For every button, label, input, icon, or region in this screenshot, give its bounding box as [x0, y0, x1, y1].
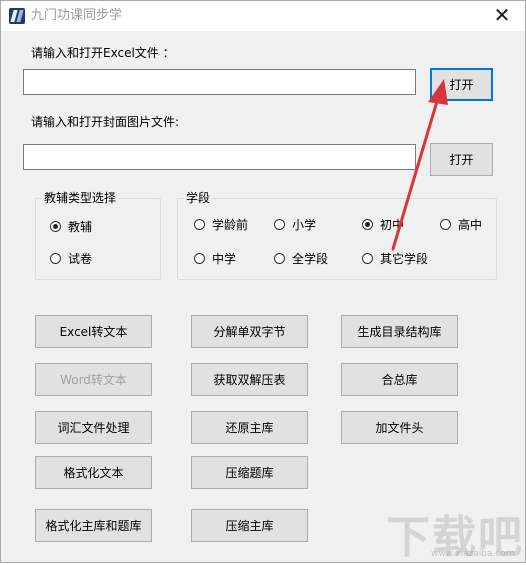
radio-checked-icon	[50, 220, 61, 232]
radio-stage-middle[interactable]: 中学	[194, 250, 236, 266]
format-text-button[interactable]: 格式化文本	[35, 456, 152, 489]
app-icon	[9, 8, 25, 24]
type-group-title: 教辅类型选择	[42, 190, 119, 206]
radio-stage-primary[interactable]: 小学	[274, 216, 316, 232]
merge-total-button[interactable]: 合总库	[341, 363, 458, 396]
window-title: 九门功课同步学	[31, 8, 123, 23]
main-window: 九门功课同步学 ✕ 请输入和打开Excel文件 ： 打开 请输入和打开封面图片文…	[0, 0, 526, 563]
radio-stage-senior[interactable]: 高中	[440, 216, 482, 232]
radio-unchecked-icon	[50, 252, 61, 264]
radio-type-exam[interactable]: 试卷	[50, 250, 92, 266]
type-groupbox	[35, 198, 161, 280]
radio-unchecked-icon	[440, 218, 451, 230]
close-button[interactable]: ✕	[479, 1, 525, 31]
restore-main-button[interactable]: 还原主库	[191, 411, 308, 444]
excel-open-button[interactable]: 打开	[430, 68, 493, 101]
radio-type-tutorial[interactable]: 教辅	[50, 218, 92, 234]
radio-stage-other[interactable]: 其它学段	[362, 250, 428, 266]
split-double-bytes-button[interactable]: 分解单双字节	[191, 315, 308, 348]
compress-questions-button[interactable]: 压缩题库	[191, 456, 308, 489]
stage-group-title: 学段	[184, 190, 213, 206]
excel-file-label: 请输入和打开Excel文件 ：	[31, 46, 175, 60]
radio-stage-preschool[interactable]: 学龄前	[194, 216, 248, 232]
cover-file-label: 请输入和打开封面图片文件:	[31, 115, 180, 129]
word-to-text-button[interactable]: Word转文本	[35, 363, 152, 396]
format-main-and-questions-button[interactable]: 格式化主库和题库	[35, 509, 152, 542]
radio-unchecked-icon	[362, 252, 373, 264]
radio-stage-junior[interactable]: 初中	[362, 216, 404, 232]
radio-unchecked-icon	[194, 252, 205, 264]
generate-catalog-button[interactable]: 生成目录结构库	[341, 315, 458, 348]
radio-checked-icon	[362, 218, 373, 230]
stage-groupbox	[177, 198, 497, 280]
radio-stage-all[interactable]: 全学段	[274, 250, 328, 266]
radio-unchecked-icon	[194, 218, 205, 230]
cover-file-input[interactable]	[23, 144, 416, 170]
watermark-url: www.xiazaiba.com	[431, 549, 515, 559]
add-file-header-button[interactable]: 加文件头	[341, 411, 458, 444]
radio-unchecked-icon	[274, 218, 285, 230]
title-bar: 九门功课同步学 ✕	[1, 1, 525, 31]
get-double-decompress-button[interactable]: 获取双解压表	[191, 363, 308, 396]
cover-open-button[interactable]: 打开	[430, 143, 493, 176]
compress-main-button[interactable]: 压缩主库	[191, 509, 308, 542]
excel-file-input[interactable]	[23, 69, 416, 95]
radio-unchecked-icon	[274, 252, 285, 264]
vocab-file-button[interactable]: 词汇文件处理	[35, 411, 152, 444]
excel-to-text-button[interactable]: Excel转文本	[35, 315, 152, 348]
